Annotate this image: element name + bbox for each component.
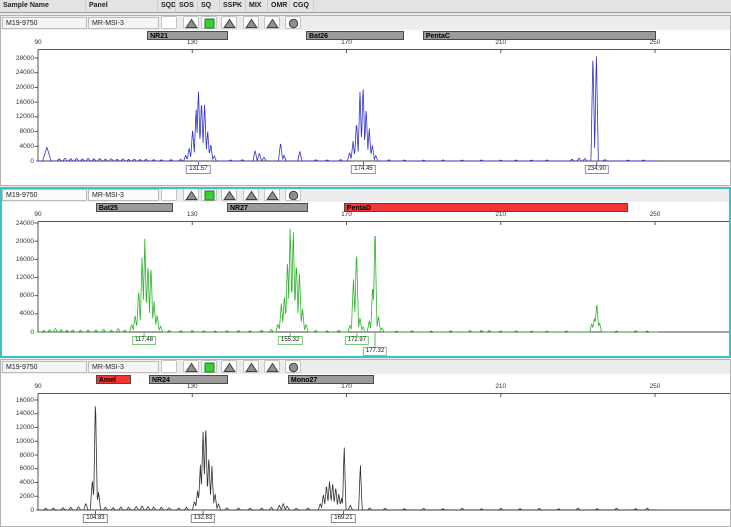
column-header-sspk[interactable]: SSPK: [220, 0, 246, 12]
electropherogram-plot[interactable]: [1, 16, 730, 185]
electropherogram-plot[interactable]: [1, 360, 730, 526]
column-header-sq[interactable]: SQ: [198, 0, 220, 12]
sample-row-block-2: M19-9750MR-MSI-3Bat25NR27PentaD901301702…: [0, 187, 731, 358]
column-header-omr[interactable]: OMR: [268, 0, 290, 12]
fragment-analysis-window: Sample NamePanelSQDSOSSQSSPKMIXOMRCGQ M1…: [0, 0, 731, 527]
trace-line: [36, 229, 658, 332]
peak-size-label[interactable]: 104.83: [83, 514, 107, 523]
peak-size-label[interactable]: 169.21: [331, 514, 355, 523]
column-header-sos[interactable]: SOS: [176, 0, 198, 12]
peak-size-label[interactable]: 132.83: [191, 514, 215, 523]
electropherogram-plot[interactable]: [1, 188, 730, 357]
column-header-mix[interactable]: MIX: [246, 0, 268, 12]
trace-line: [36, 57, 658, 162]
peak-size-label[interactable]: 174.45: [351, 165, 375, 174]
column-header-sqd[interactable]: SQD: [158, 0, 176, 12]
peak-size-label[interactable]: 155.32: [278, 336, 302, 345]
peak-size-label[interactable]: 117.48: [132, 336, 156, 345]
peak-size-label[interactable]: 172.97: [345, 336, 369, 345]
peak-size-label[interactable]: 177.32: [363, 347, 387, 356]
column-header-panel[interactable]: Panel: [86, 0, 158, 12]
sample-row-block-1: M19-9750MR-MSI-3NR21Bat26PentaC901301702…: [0, 15, 731, 186]
column-header-sample-name[interactable]: Sample Name: [0, 0, 86, 12]
sample-row-block-3: M19-9750MR-MSI-3AmelNR24Mono279013017021…: [0, 359, 731, 527]
column-header-cgq[interactable]: CGQ: [290, 0, 314, 12]
peak-size-label[interactable]: 234.90: [585, 165, 609, 174]
peak-size-label[interactable]: 131.57: [186, 165, 210, 174]
trace-line: [36, 406, 658, 510]
sample-table-header: Sample NamePanelSQDSOSSQSSPKMIXOMRCGQ: [0, 0, 731, 13]
